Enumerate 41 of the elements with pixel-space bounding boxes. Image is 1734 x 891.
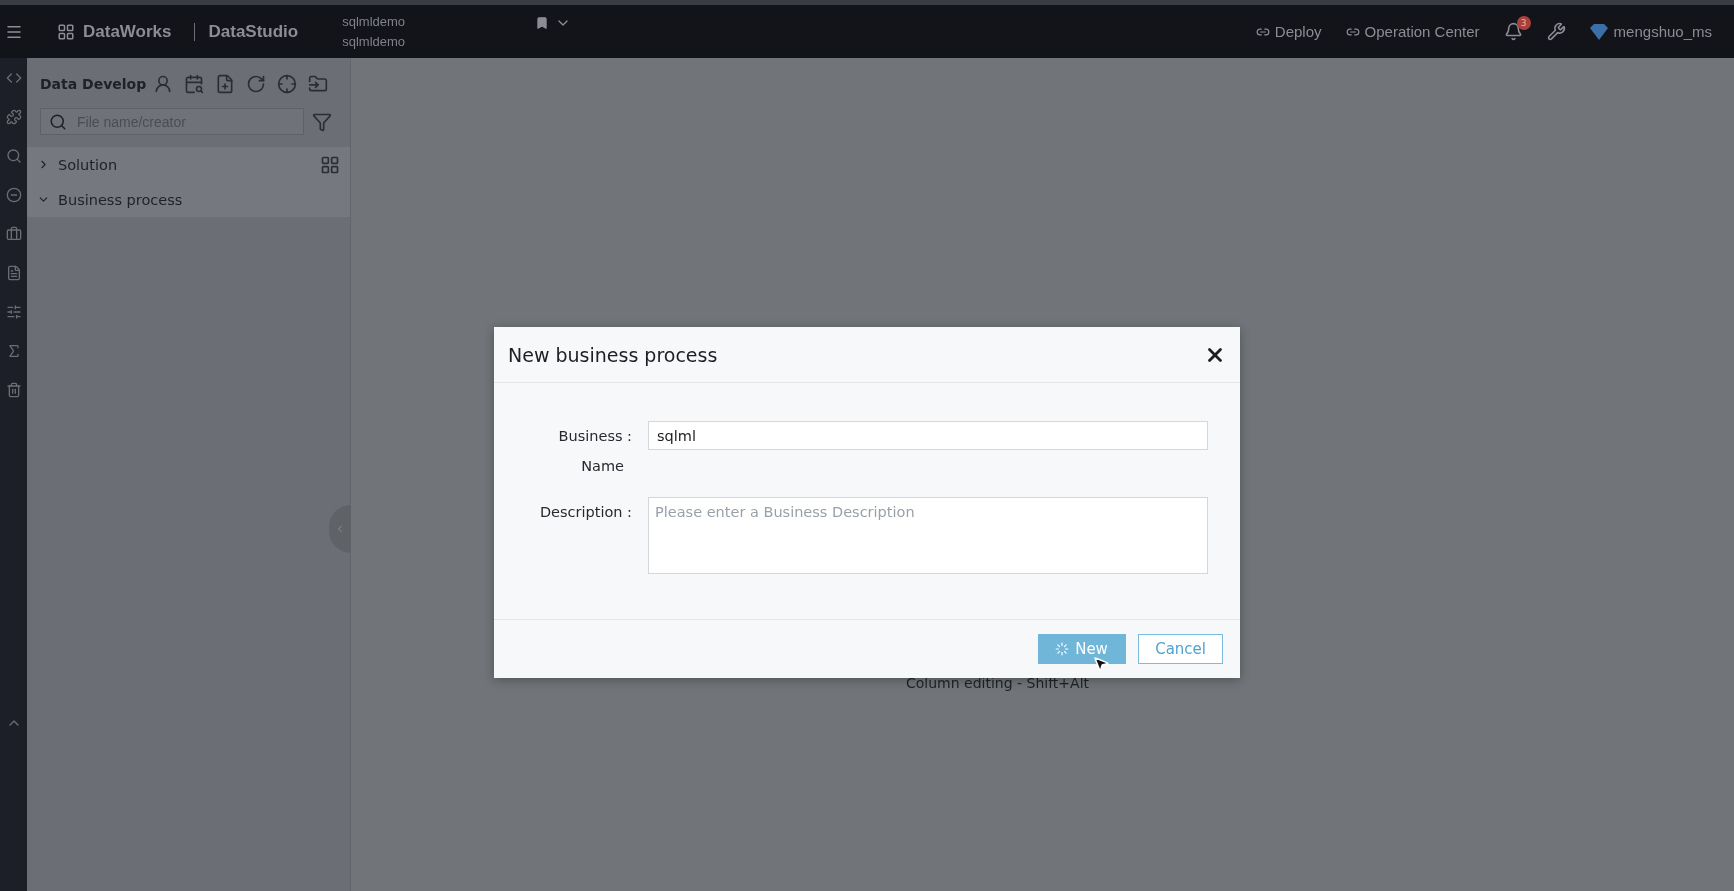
trash-icon[interactable] [5,382,22,398]
product-name: DataStudio [208,21,299,42]
grid-icon[interactable] [320,154,340,175]
field-label: Name [581,457,625,476]
tree-item[interactable]: Solution [58,156,312,173]
document-icon[interactable] [5,265,22,281]
refresh-icon[interactable] [246,74,267,94]
file-plus-icon[interactable] [215,74,236,94]
briefcase-icon[interactable] [5,226,22,242]
tree-item[interactable]: Business process [58,191,340,208]
mouse-pointer-icon [1092,655,1110,673]
field-label: Business : [558,427,632,446]
dialog-title: New business process [508,343,718,366]
minus-circle-icon[interactable] [5,187,22,203]
panel-title: Data Develop [40,76,147,92]
puzzle-icon[interactable] [5,109,22,125]
input-field[interactable]: sqlml [648,421,1208,450]
workspace-name: sqlmldemo [342,32,406,51]
brand-name: DataWorks [83,21,172,42]
crosshair-icon[interactable] [277,74,298,94]
sliders-icon[interactable] [5,304,22,320]
field-label: Description : [539,503,632,522]
wrench-icon[interactable] [1546,22,1566,41]
calendar-search-icon[interactable] [184,74,205,94]
nav-link[interactable]: Operation Center [1345,23,1480,40]
bell-icon[interactable] [1503,22,1523,41]
user-name[interactable]: mengshuo_ms [1613,23,1712,40]
cancel-button[interactable]: Cancel [1138,634,1223,664]
notification-badge: 3 [1516,16,1531,30]
textarea-field[interactable]: Please enter a Business Description [648,497,1208,574]
import-icon[interactable] [308,74,329,94]
editor-hint: Column editing - Shift+Alt [905,675,1090,691]
logo-icon [57,22,75,41]
filter-icon[interactable] [312,111,332,132]
workspace-name: sqlmldemo [342,12,406,31]
bookmark-icon[interactable] [535,16,550,30]
code-icon[interactable] [5,70,22,86]
nav-link[interactable]: Deploy [1255,23,1322,40]
diamond-icon [1589,23,1608,40]
search-icon [49,112,67,131]
search-icon[interactable] [5,148,22,164]
